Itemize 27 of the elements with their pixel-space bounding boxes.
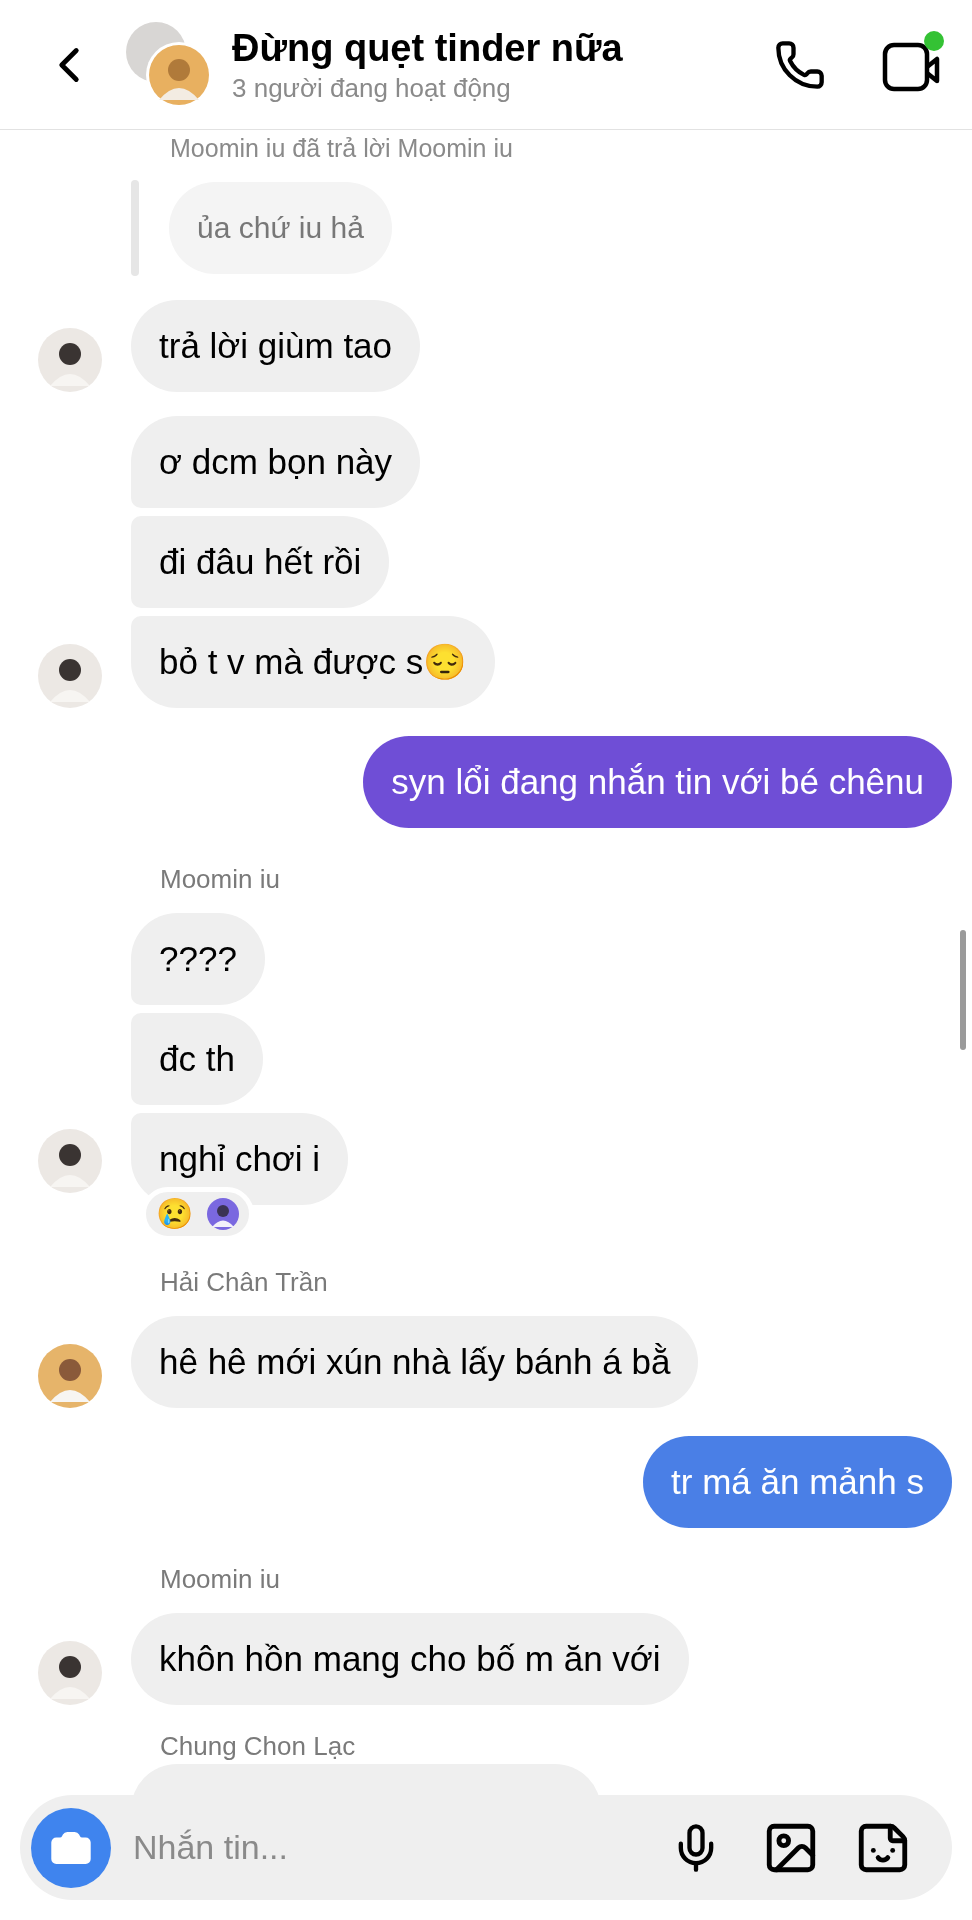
message-composer[interactable]: Nhắn tin...: [20, 1795, 952, 1900]
active-status: 3 người đang hoạt động: [232, 71, 512, 105]
sender-name: Moomin iu: [160, 1563, 280, 1594]
reply-note: Moomin iu đã trả lời Moomin iu: [170, 134, 513, 162]
sender-name: Chung Chon Lạc: [160, 1730, 356, 1761]
sender-name: Hải Chân Trần: [160, 1266, 328, 1297]
chat-title: Đừng quẹt tinder nữa: [232, 25, 624, 71]
avatar: [38, 1128, 102, 1193]
avatar: [38, 1343, 102, 1408]
reactor-avatar: [207, 1197, 239, 1230]
message-input[interactable]: Nhắn tin...: [133, 1822, 660, 1873]
quoted-message: ủa chứ iu hả: [169, 181, 392, 274]
message-bubble: bỏ t v mà được s😔: [131, 615, 496, 708]
message-bubble: ơ dcm bọn này: [131, 415, 421, 508]
message-bubble: hê hê mới xún nhà lấy bánh á bằ: [131, 1315, 699, 1408]
sender-name: Moomin iu: [160, 863, 280, 894]
phone-icon[interactable]: [774, 38, 826, 91]
avatar: [38, 1640, 102, 1705]
message-bubble: ????: [131, 912, 265, 1005]
sent-message-bubble: syn lổi đang nhắn tin với bé chênu: [363, 735, 952, 828]
message-bubble: đc th: [131, 1012, 263, 1105]
avatar: [38, 643, 102, 708]
message-bubble: khôn hồn mang cho bố m ăn với: [131, 1612, 689, 1705]
sent-message-bubble: tr má ăn mảnh s: [643, 1435, 952, 1528]
message-bubble: trả lời giùm tao: [131, 299, 421, 392]
avatar: [38, 327, 102, 392]
message-bubble: đi đâu hết rồi: [131, 515, 390, 608]
